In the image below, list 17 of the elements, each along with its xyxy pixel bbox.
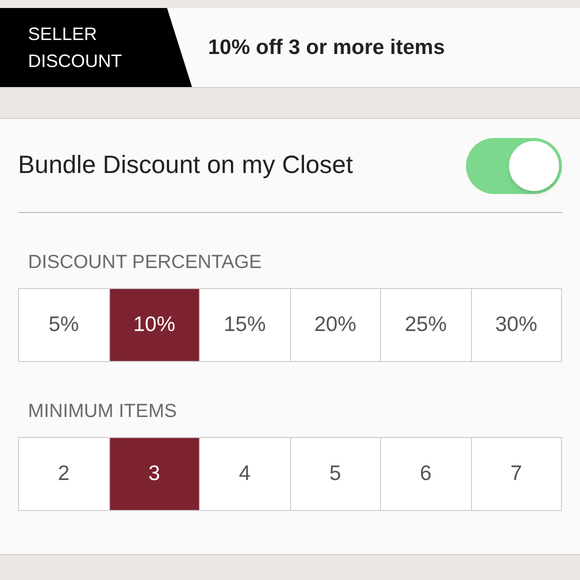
option-button[interactable]: 30% [472, 288, 562, 362]
option-button[interactable]: 5% [19, 288, 110, 362]
option-button[interactable]: 25% [381, 288, 472, 362]
toggle-label: Bundle Discount on my Closet [18, 150, 353, 181]
option-button[interactable]: 20% [290, 288, 381, 362]
option-button[interactable]: 10% [110, 288, 200, 362]
option-button[interactable]: 7 [472, 437, 562, 511]
discount-summary: 10% off 3 or more items [208, 34, 445, 61]
option-button[interactable]: 2 [19, 437, 110, 511]
option-button[interactable]: 15% [200, 288, 290, 362]
section-heading: DISCOUNT PERCENTAGE [28, 253, 263, 272]
section-heading: MINIMUM ITEMS [28, 402, 178, 421]
option-button[interactable]: 4 [200, 437, 290, 511]
option-button[interactable]: 6 [381, 437, 472, 511]
seller-discount-tag: SELLER DISCOUNT [0, 8, 192, 87]
option-button[interactable]: 3 [110, 437, 200, 511]
option-button[interactable]: 5 [290, 437, 381, 511]
